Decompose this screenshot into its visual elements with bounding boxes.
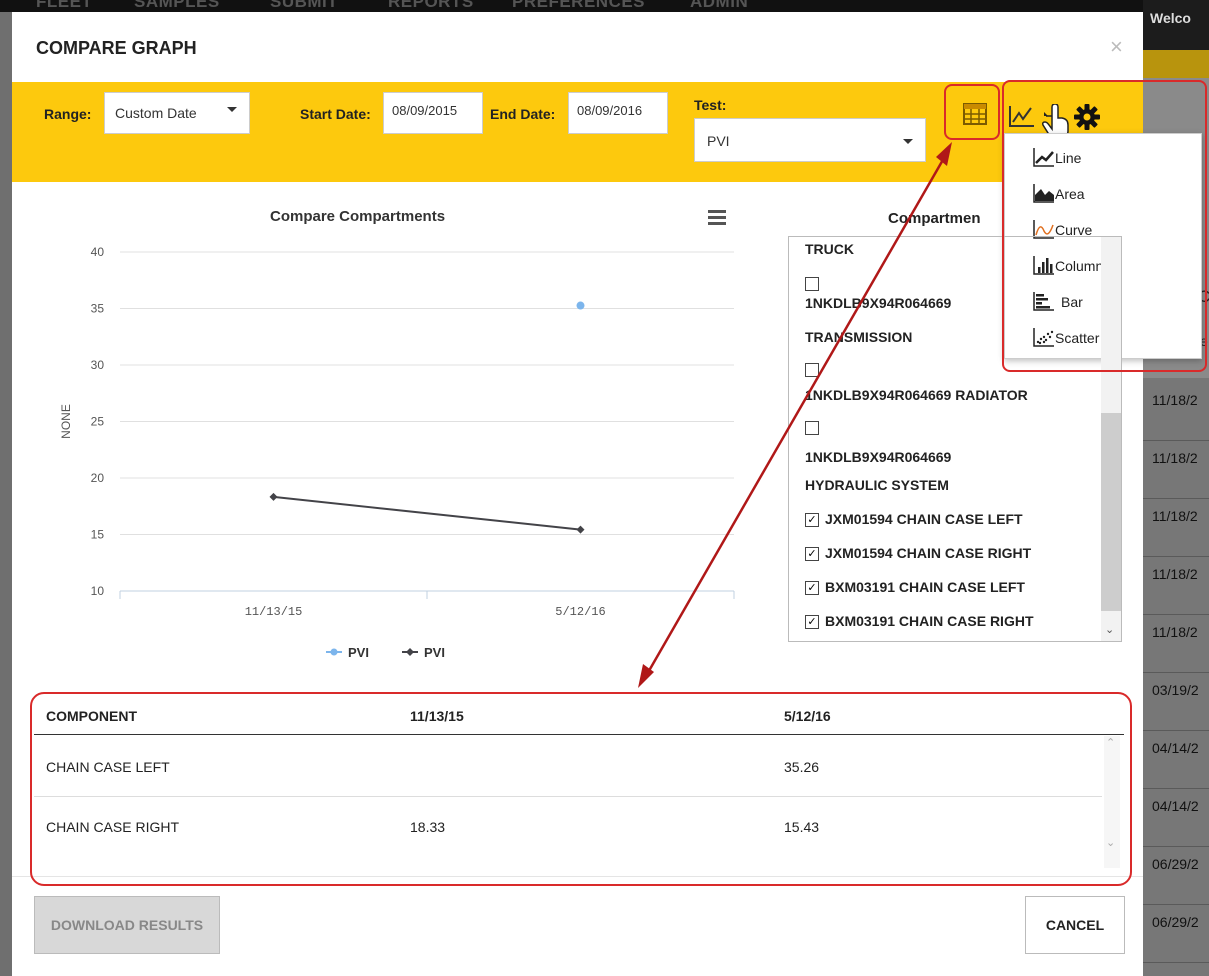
legend-label: PVI <box>424 645 445 660</box>
test-select-value: PVI <box>707 133 730 149</box>
bg-nav-item: FLEET <box>36 0 93 11</box>
range-label: Range: <box>44 106 92 122</box>
y-tick-label: 15 <box>91 528 105 542</box>
background-row-divider <box>1143 498 1209 499</box>
y-tick-label: 20 <box>91 471 105 485</box>
y-tick-label: 40 <box>91 245 105 259</box>
compartment-label: TRANSMISSION <box>805 329 913 345</box>
line-chart: 40 35 30 25 20 15 10 11/13/15 5/12/16 NONE PVI PVI <box>59 245 735 660</box>
data-point <box>576 525 585 534</box>
background-date: 04/14/2 <box>1152 740 1199 756</box>
checkbox-checked[interactable]: ✓ <box>805 513 819 527</box>
data-point <box>576 301 585 310</box>
background-date: 11/18/2 <box>1152 624 1198 640</box>
compartment-label: 1NKDLB9X94R064669 <box>805 449 952 465</box>
x-tick-label: 11/13/15 <box>245 605 303 619</box>
x-tick-label: 5/12/16 <box>555 605 605 619</box>
background-row-divider <box>1143 904 1209 905</box>
bg-nav-item: PREFERENCES <box>512 0 646 11</box>
background-date: 04/14/2 <box>1152 798 1199 814</box>
bg-nav-item: REPORTS <box>388 0 474 11</box>
background-date: 06/29/2 <box>1152 856 1199 872</box>
data-point <box>269 492 278 501</box>
range-select-value: Custom Date <box>115 105 197 121</box>
compartments-title: Compartmen <box>888 210 981 227</box>
end-date-label: End Date: <box>490 106 556 122</box>
modal-title: COMPARE GRAPH <box>36 38 197 58</box>
background-date: 11/18/2 <box>1152 392 1198 408</box>
background-row-divider <box>1143 788 1209 789</box>
background-date: 11/18/2 <box>1152 508 1198 524</box>
y-axis-label: NONE <box>59 404 73 439</box>
y-tick-label: 35 <box>91 302 105 316</box>
checkbox-checked[interactable]: ✓ <box>805 581 819 595</box>
background-row-divider <box>1143 556 1209 557</box>
chart-menu-icon[interactable] <box>708 210 726 228</box>
checkbox-checked[interactable]: ✓ <box>805 547 819 561</box>
legend-marker <box>330 648 338 656</box>
background-row-divider <box>1143 730 1209 731</box>
start-date-label: Start Date: <box>300 106 371 122</box>
compartment-label: TRUCK <box>805 241 854 257</box>
series-line <box>273 495 581 531</box>
background-row-divider <box>1143 846 1209 847</box>
checkbox-checked[interactable]: ✓ <box>805 615 819 629</box>
chart-title: Compare Compartments <box>270 208 446 225</box>
compartment-label: HYDRAULIC SYSTEM <box>805 477 949 493</box>
legend-marker <box>406 648 414 656</box>
compartment-label: BXM03191 CHAIN CASE LEFT <box>825 579 1025 595</box>
background-date: 11/18/2 <box>1152 566 1198 582</box>
annotation-highlight-chart-menu <box>1002 80 1207 372</box>
y-tick-label: 25 <box>91 415 105 429</box>
bg-nav-item: ADMIN <box>690 0 749 11</box>
background-row-divider <box>1143 440 1209 441</box>
test-label: Test: <box>694 97 727 113</box>
y-tick-label: 30 <box>91 358 105 372</box>
background-row-divider <box>1143 962 1209 963</box>
annotation-highlight-table <box>30 692 1132 886</box>
background-row-divider <box>1143 614 1209 615</box>
legend-label: PVI <box>348 645 369 660</box>
background-date: 11/18/2 <box>1152 450 1198 466</box>
bg-nav-item: SUBMIT <box>270 0 339 11</box>
checkbox[interactable] <box>805 277 819 291</box>
compartment-label: BXM03191 CHAIN CASE RIGHT <box>825 613 1034 629</box>
test-select[interactable]: PVI <box>694 118 926 162</box>
compartment-label: 1NKDLB9X94R064669 RADIATOR <box>805 387 1028 403</box>
background-nav: FLEET SAMPLES SUBMIT REPORTS PREFERENCES… <box>0 0 1209 12</box>
y-tick-label: 10 <box>91 584 105 598</box>
compartment-label: JXM01594 CHAIN CASE RIGHT <box>825 545 1032 561</box>
cancel-button[interactable]: CANCEL <box>1025 896 1125 954</box>
background-date: 06/29/2 <box>1152 914 1199 930</box>
annotation-highlight-table-icon <box>944 84 1000 140</box>
background-row-divider <box>1143 672 1209 673</box>
background-date: 03/19/2 <box>1152 682 1199 698</box>
range-select[interactable]: Custom Date <box>104 92 250 134</box>
compartment-label: JXM01594 CHAIN CASE LEFT <box>825 511 1023 527</box>
scroll-down-icon[interactable]: ⌄ <box>1105 623 1114 636</box>
download-results-button[interactable]: DOWNLOAD RESULTS <box>34 896 220 954</box>
chevron-down-icon <box>227 107 237 112</box>
close-icon[interactable]: × <box>1110 34 1189 60</box>
welcome-text: Welco <box>1150 10 1191 26</box>
end-date-input[interactable]: 08/09/2016 <box>568 92 668 134</box>
checkbox[interactable] <box>805 363 819 377</box>
bg-nav-item: SAMPLES <box>134 0 220 11</box>
checkbox[interactable] <box>805 421 819 435</box>
start-date-input[interactable]: 08/09/2015 <box>383 92 483 134</box>
compartment-label: 1NKDLB9X94R064669 <box>805 295 952 311</box>
scrollbar-thumb[interactable] <box>1101 413 1121 611</box>
chevron-down-icon <box>903 139 913 144</box>
